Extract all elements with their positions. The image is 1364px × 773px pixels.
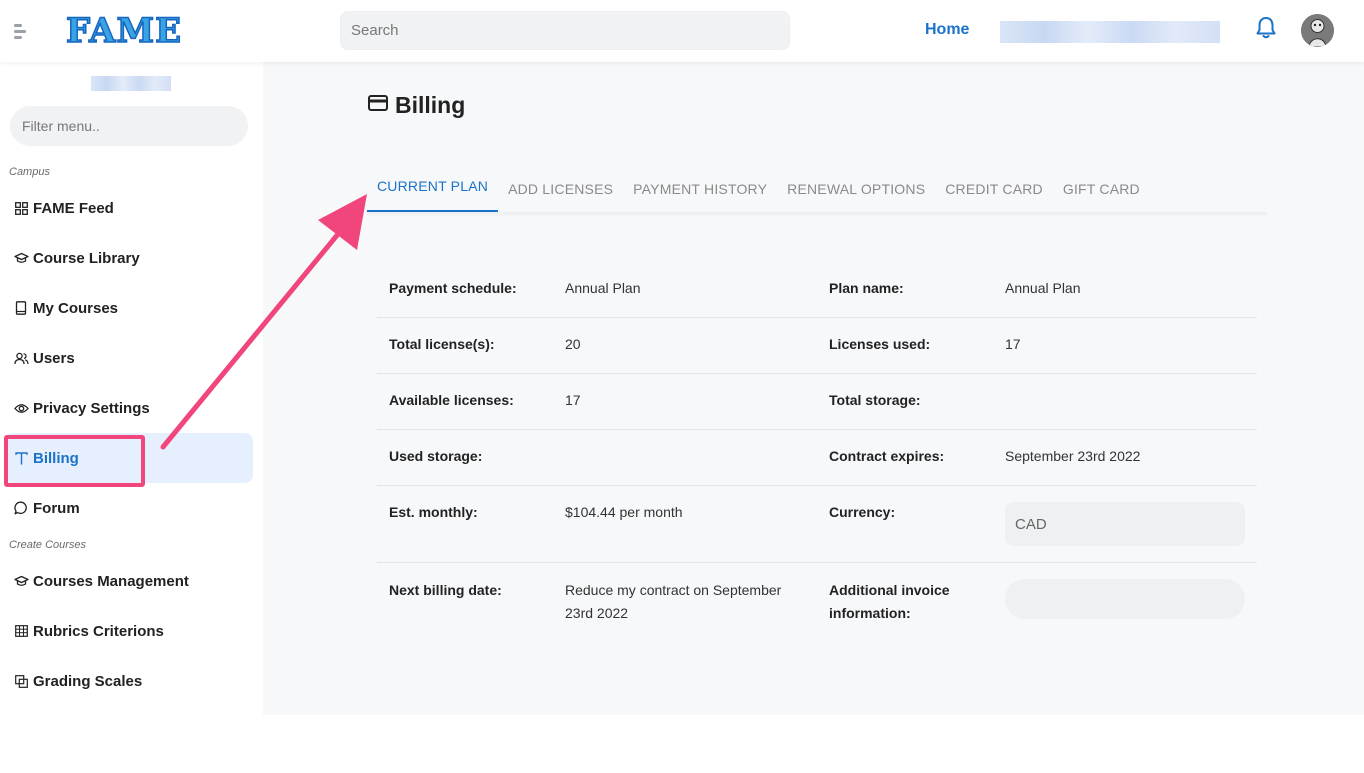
menu-toggle-icon[interactable] [14,22,28,42]
table-row: Est. monthly: $104.44 per month Currency… [377,486,1257,563]
currency-field[interactable] [1005,502,1245,546]
search-input[interactable] [340,11,790,50]
sidebar-item-label: Billing [33,449,79,467]
plan-details-table: Payment schedule: Annual Plan Plan name:… [377,262,1257,643]
chat-bubble-icon [13,500,29,516]
graduation-cap-icon [13,573,29,589]
eye-icon [13,400,29,416]
table-row: Next billing date: Reduce my contract on… [377,563,1257,643]
text-t-icon [13,450,29,466]
sidebar: Campus FAME Feed Course Library My Cours… [0,62,263,773]
table-row: Total license(s): 20 Licenses used: 17 [377,318,1257,374]
sidebar-item-label: Grading Scales [33,672,143,690]
logo[interactable]: FAME [65,11,182,51]
row-label: Total license(s): [389,336,495,352]
row-value: September 23rd 2022 [1005,448,1141,464]
billing-tabs: CURRENT PLAN ADD LICENSES PAYMENT HISTOR… [367,170,1150,212]
additional-invoice-field[interactable] [1005,579,1245,619]
sidebar-item-label: Courses Management [33,572,189,590]
section-label-campus: Campus [9,166,50,178]
tab-gift-card[interactable]: GIFT CARD [1053,170,1150,212]
redacted-user-name [1000,21,1220,43]
sidebar-item-label: FAME Feed [33,199,114,217]
sidebar-item-label: Forum [33,499,80,517]
row-label: Currency: [829,504,896,520]
row-value: 17 [1005,336,1021,352]
sidebar-item-rubrics-criterions[interactable]: Rubrics Criterions [4,606,253,656]
row-label: Next billing date: [389,582,502,598]
tab-payment-history[interactable]: PAYMENT HISTORY [623,170,777,212]
credit-card-icon [368,95,388,116]
sidebar-item-label: Rubrics Criterions [33,622,164,640]
row-label: Available licenses: [389,392,514,408]
tab-current-plan[interactable]: CURRENT PLAN [367,170,499,212]
sidebar-item-forum[interactable]: Forum [4,483,253,533]
tab-add-licenses[interactable]: ADD LICENSES [498,170,623,212]
row-value: 17 [565,392,581,408]
row-label: Total storage: [829,392,921,408]
users-icon [13,350,29,366]
row-label: Used storage: [389,448,483,464]
table-row: Available licenses: 17 Total storage: [377,374,1257,430]
sidebar-item-label: My Courses [33,299,119,317]
table-icon [13,623,29,639]
sidebar-item-courses-management[interactable]: Courses Management [4,556,253,606]
row-label: Contract expires: [829,448,945,464]
section-label-create-courses: Create Courses [9,539,87,551]
redacted-org-name [91,76,171,91]
sidebar-item-my-courses[interactable]: My Courses [4,283,253,333]
sidebar-item-privacy-settings[interactable]: Privacy Settings [4,383,253,433]
row-value: Reduce my contract on September 23rd 202… [565,582,782,621]
bell-icon[interactable] [1254,15,1278,41]
table-row: Payment schedule: Annual Plan Plan name:… [377,262,1257,318]
user-avatar[interactable] [1301,14,1334,47]
sidebar-item-course-library[interactable]: Course Library [4,233,253,283]
tab-credit-card[interactable]: CREDIT CARD [935,170,1053,212]
row-value: 20 [565,336,581,352]
main-content: Billing CURRENT PLAN ADD LICENSES PAYMEN… [263,62,1364,715]
row-label: Est. monthly: [389,504,478,520]
scale-icon [13,673,29,689]
row-value: Annual Plan [1005,280,1081,296]
graduation-cap-icon [13,250,29,266]
sidebar-item-label: Users [33,349,75,367]
sidebar-item-grading-scales[interactable]: Grading Scales [4,656,253,706]
tab-renewal-options[interactable]: RENEWAL OPTIONS [777,170,935,212]
filter-menu-input[interactable] [10,106,248,146]
table-row: Used storage: Contract expires: Septembe… [377,430,1257,486]
row-label: Plan name: [829,280,904,296]
book-icon [13,300,29,316]
page-title: Billing [368,92,465,119]
home-link[interactable]: Home [925,21,969,39]
row-label: Additional invoice information: [829,582,950,621]
grid-icon [13,200,29,216]
sidebar-item-users[interactable]: Users [4,333,253,383]
sidebar-item-billing[interactable]: Billing [4,433,253,483]
row-value: $104.44 per month [565,504,683,520]
sidebar-item-fame-feed[interactable]: FAME Feed [4,183,253,233]
row-label: Payment schedule: [389,280,517,296]
row-label: Licenses used: [829,336,931,352]
sidebar-item-label: Course Library [33,249,140,267]
sidebar-item-label: Privacy Settings [33,399,150,417]
top-bar: FAME Home [0,0,1364,62]
row-value: Annual Plan [565,280,641,296]
tabs-divider [367,212,1267,218]
